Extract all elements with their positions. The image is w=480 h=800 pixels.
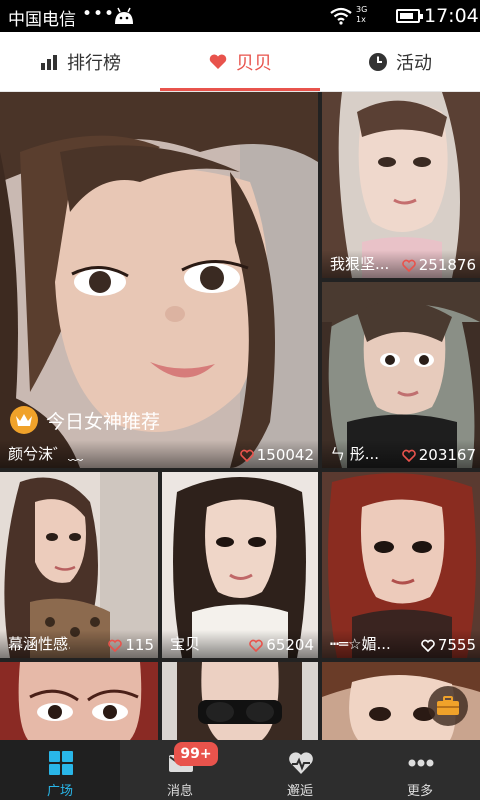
clock: 17:04 — [424, 5, 479, 27]
card-caption: 宝贝 65204 — [162, 630, 318, 658]
crown-icon — [10, 406, 38, 434]
heart-outline-icon — [401, 449, 416, 462]
heart-outline-icon — [401, 259, 416, 272]
briefcase-icon — [437, 696, 459, 715]
heart-icon — [209, 54, 227, 69]
card-likes: 115 — [108, 636, 154, 654]
pulse-heart-icon — [289, 752, 313, 774]
nav-label: 更多 — [406, 784, 433, 799]
profile-photo — [162, 662, 318, 740]
card-name: 幕涵性感... — [8, 635, 70, 653]
card-caption: 颜兮沫゛﹏ 150042 — [0, 440, 318, 468]
nav-label: 消息 — [166, 784, 193, 799]
heart-outline-icon — [421, 639, 435, 652]
status-bar: 中国电信 ••• 3G 1x 17:04 — [0, 0, 480, 32]
card-name: 颜兮沫゛﹏ — [8, 445, 84, 463]
card-likes: 251876 — [401, 256, 476, 274]
grid-icon — [49, 751, 73, 775]
card-caption: ㄣ 彤... 203167 — [322, 440, 480, 468]
card-name: 我狠坚... — [330, 255, 390, 273]
profile-card[interactable]: ㄣ 彤... 203167 — [322, 282, 480, 468]
carrier-name: 中国电信 — [8, 10, 76, 30]
featured-badge: 今日女神推荐 — [10, 406, 160, 434]
android-icon — [115, 7, 133, 24]
battery-icon — [396, 9, 423, 23]
card-caption: 幕涵性感... 115 — [0, 630, 158, 658]
heart-outline-icon — [239, 449, 254, 462]
nav-plaza[interactable]: 广场 — [0, 740, 120, 800]
nav-label: 邂逅 — [286, 784, 313, 799]
tab-activity[interactable]: 活动 — [320, 32, 480, 92]
profile-card[interactable]: 幕涵性感... 115 — [0, 472, 158, 658]
tab-label: 排行榜 — [67, 53, 121, 74]
profile-card[interactable]: ┅═☆媚... 7555 — [322, 472, 480, 658]
card-name: ㄣ 彤... — [330, 445, 380, 463]
featured-badge-text: 今日女神推荐 — [46, 410, 161, 433]
notification-dots: ••• — [82, 4, 116, 24]
tab-label: 活动 — [396, 53, 432, 74]
bar-chart-icon — [41, 55, 57, 70]
featured-card[interactable]: 今日女神推荐 颜兮沫゛﹏ 150042 — [0, 92, 318, 468]
network-indicator: 3G 1x — [356, 5, 368, 24]
card-name: 宝贝 — [170, 635, 201, 653]
card-caption: ┅═☆媚... 7555 — [322, 630, 480, 658]
photo-grid: 今日女神推荐 颜兮沫゛﹏ 150042 我狠坚... 251876 ㄣ 彤...… — [0, 92, 480, 740]
profile-card[interactable] — [0, 662, 158, 740]
unread-badge: 99+ — [174, 742, 218, 766]
more-dots-icon — [408, 759, 434, 767]
nav-encounter[interactable]: 邂逅 — [240, 740, 360, 800]
card-likes: 203167 — [401, 446, 476, 464]
tab-ranking[interactable]: 排行榜 — [0, 32, 160, 92]
heart-outline-icon — [108, 639, 123, 652]
profile-card[interactable]: 宝贝 65204 — [162, 472, 318, 658]
tab-label: 贝贝 — [236, 53, 272, 74]
card-caption: 我狠坚... 251876 — [322, 250, 480, 278]
card-name: ┅═☆媚... — [330, 635, 391, 653]
card-likes: 150042 — [239, 446, 314, 464]
profile-card[interactable]: 我狠坚... 251876 — [322, 92, 480, 278]
profile-photo — [0, 662, 158, 740]
card-likes: 65204 — [249, 636, 314, 654]
briefcase-button[interactable] — [428, 686, 468, 726]
nav-more[interactable]: 更多 — [360, 740, 480, 800]
clock-icon — [369, 53, 387, 71]
card-likes: 7555 — [421, 636, 476, 654]
nav-label: 广场 — [46, 784, 73, 799]
bottom-nav: 广场 消息 邂逅 更多 — [0, 740, 480, 800]
heart-outline-icon — [249, 639, 264, 652]
wifi-icon — [330, 7, 352, 25]
profile-card[interactable] — [162, 662, 318, 740]
active-tab-indicator — [160, 88, 320, 91]
top-tabs: 排行榜 贝贝 活动 — [0, 32, 480, 92]
tab-beibei[interactable]: 贝贝 — [160, 32, 320, 92]
